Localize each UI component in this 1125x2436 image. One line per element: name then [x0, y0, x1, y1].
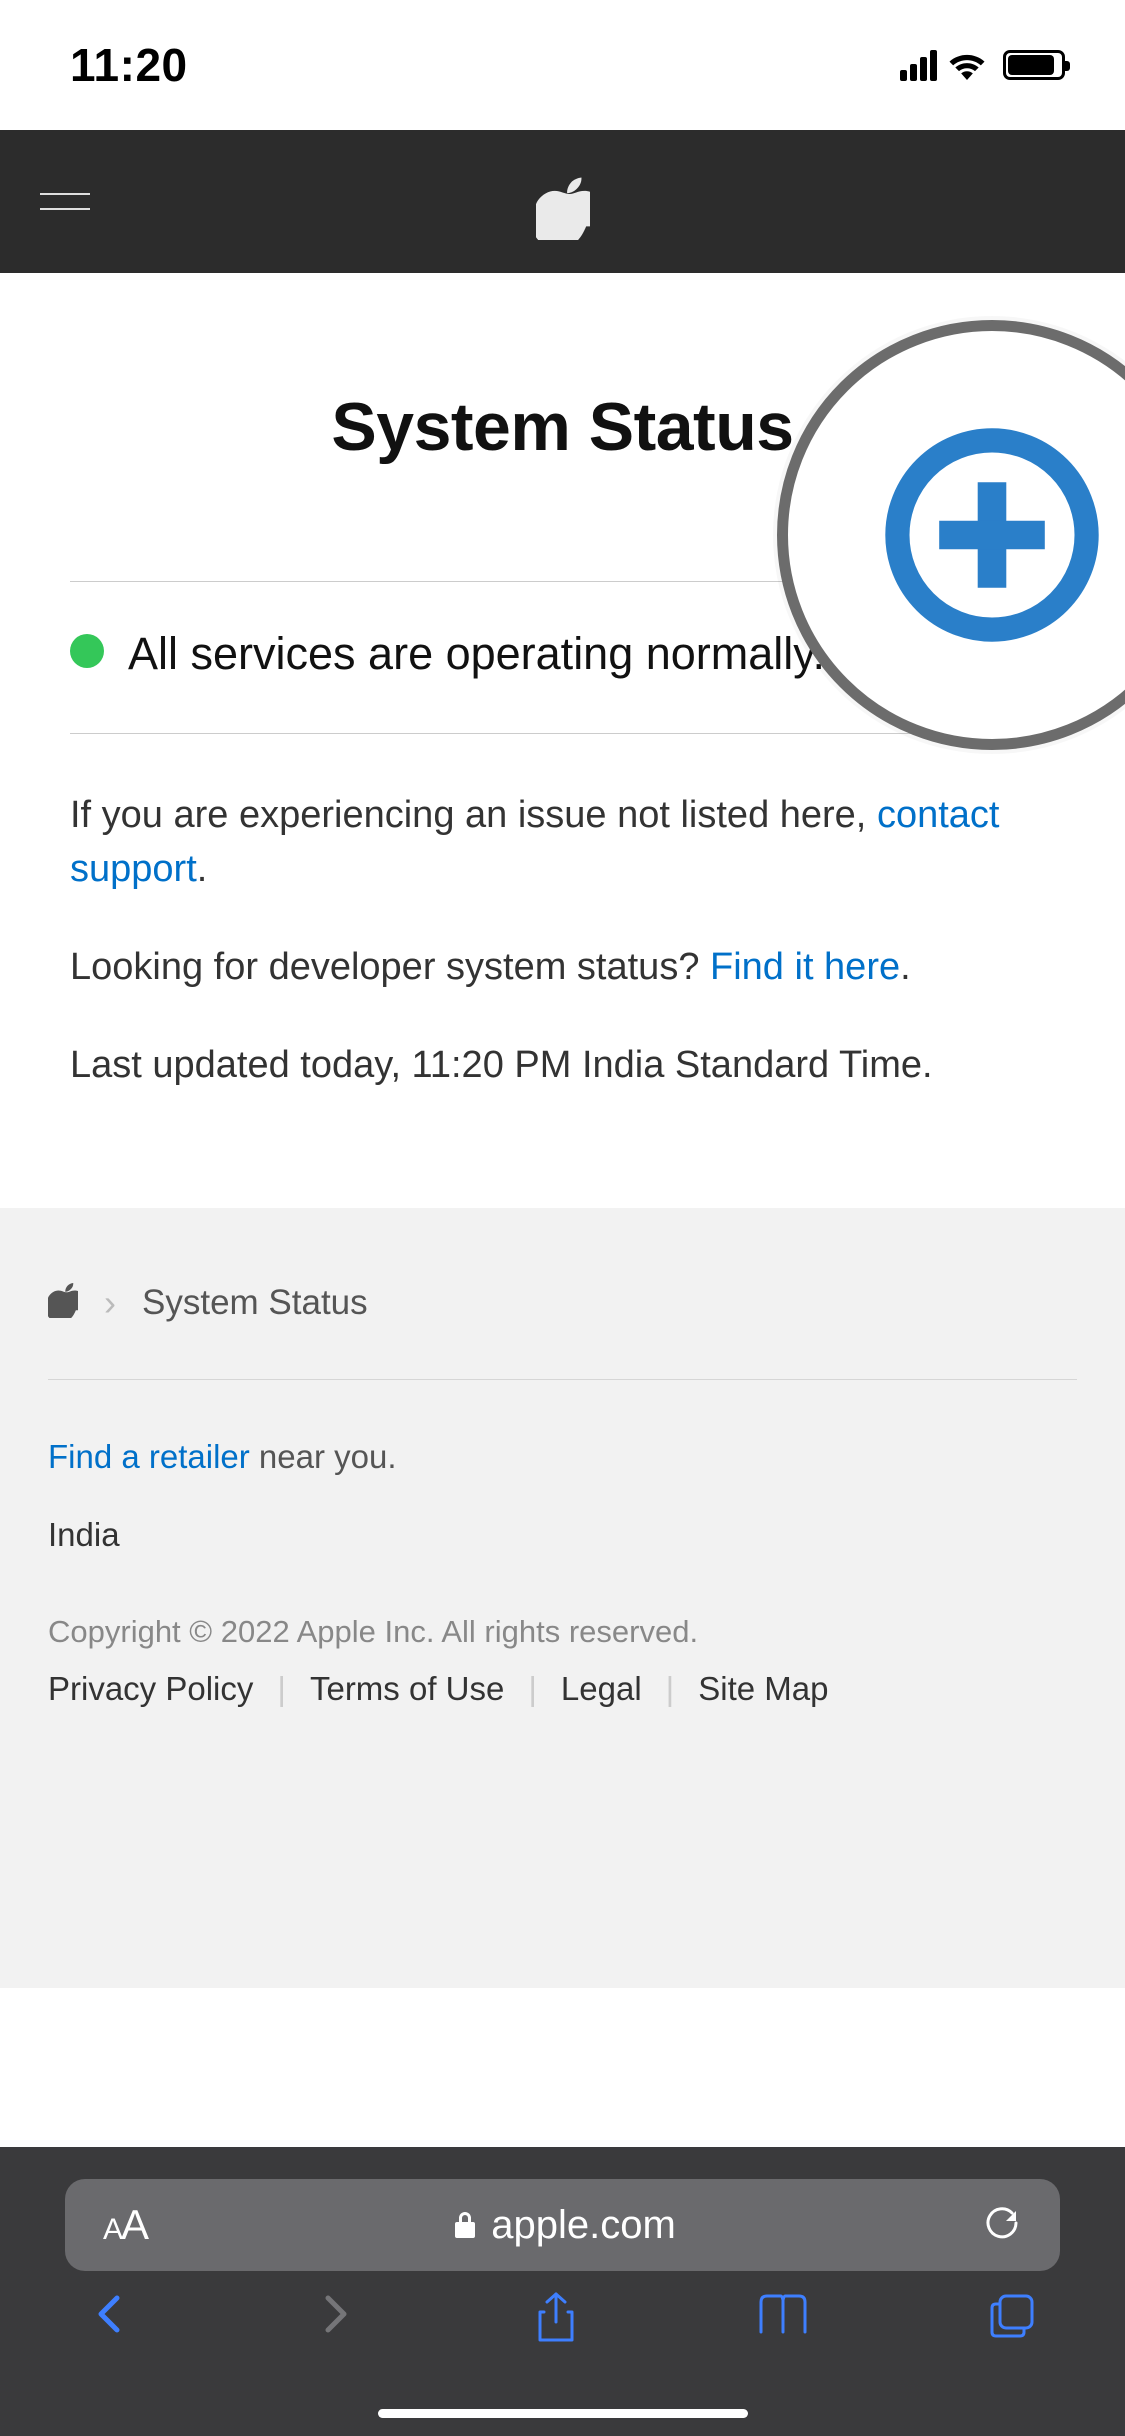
battery-icon: [1003, 50, 1065, 80]
apple-logo[interactable]: [536, 176, 590, 245]
safari-chrome: AA apple.com: [0, 2147, 1125, 2436]
status-indicator-dot: [70, 634, 104, 668]
dev-prefix: Looking for developer system status?: [70, 946, 710, 988]
back-button[interactable]: [87, 2290, 135, 2343]
site-nav: [0, 130, 1125, 273]
site-map-link[interactable]: Site Map: [698, 1670, 828, 1708]
url-display[interactable]: apple.com: [453, 2203, 676, 2248]
status-time: 11:20: [70, 38, 188, 92]
status-message: All services are operating normally.: [128, 624, 825, 685]
breadcrumb-home-icon[interactable]: [48, 1282, 78, 1323]
legal-link[interactable]: Legal: [561, 1670, 642, 1708]
share-button[interactable]: [532, 2290, 580, 2351]
footer-divider: [48, 1379, 1077, 1380]
home-indicator[interactable]: [378, 2409, 748, 2418]
forward-button: [310, 2290, 358, 2343]
cellular-icon: [900, 49, 937, 81]
plus-circle-icon[interactable]: [882, 425, 1102, 645]
find-retailer-link[interactable]: Find a retailer: [48, 1438, 250, 1475]
menu-button[interactable]: [40, 180, 90, 223]
url-text: apple.com: [491, 2203, 676, 2248]
url-bar[interactable]: AA apple.com: [65, 2179, 1060, 2271]
issue-help-text: If you are experiencing an issue not lis…: [70, 789, 1055, 897]
ios-status-bar: 11:20: [0, 0, 1125, 130]
page-footer: › System Status Find a retailer near you…: [0, 1208, 1125, 1988]
lock-icon: [453, 2210, 477, 2240]
text-size-button[interactable]: AA: [103, 2201, 147, 2249]
legal-links: Privacy Policy | Terms of Use | Legal | …: [48, 1670, 1077, 1708]
tabs-button[interactable]: [986, 2290, 1038, 2347]
issue-prefix: If you are experiencing an issue not lis…: [70, 794, 877, 836]
privacy-policy-link[interactable]: Privacy Policy: [48, 1670, 253, 1708]
status-indicators: [900, 49, 1065, 81]
terms-of-use-link[interactable]: Terms of Use: [310, 1670, 504, 1708]
breadcrumb: › System Status: [48, 1263, 1077, 1343]
retailer-line: Find a retailer near you.: [48, 1438, 1077, 1476]
bookmarks-button[interactable]: [755, 2290, 811, 2343]
wifi-icon: [947, 50, 987, 80]
developer-status-link[interactable]: Find it here: [710, 946, 900, 988]
developer-status-text: Looking for developer system status? Fin…: [70, 941, 1055, 995]
chevron-right-icon: ›: [104, 1282, 116, 1324]
last-updated-text: Last updated today, 11:20 PM India Stand…: [70, 1039, 1055, 1093]
country-label[interactable]: India: [48, 1516, 1077, 1554]
retailer-suffix: near you.: [250, 1438, 397, 1475]
reload-button[interactable]: [982, 2203, 1022, 2248]
breadcrumb-current: System Status: [142, 1283, 368, 1323]
copyright-text: Copyright © 2022 Apple Inc. All rights r…: [48, 1614, 1077, 1650]
